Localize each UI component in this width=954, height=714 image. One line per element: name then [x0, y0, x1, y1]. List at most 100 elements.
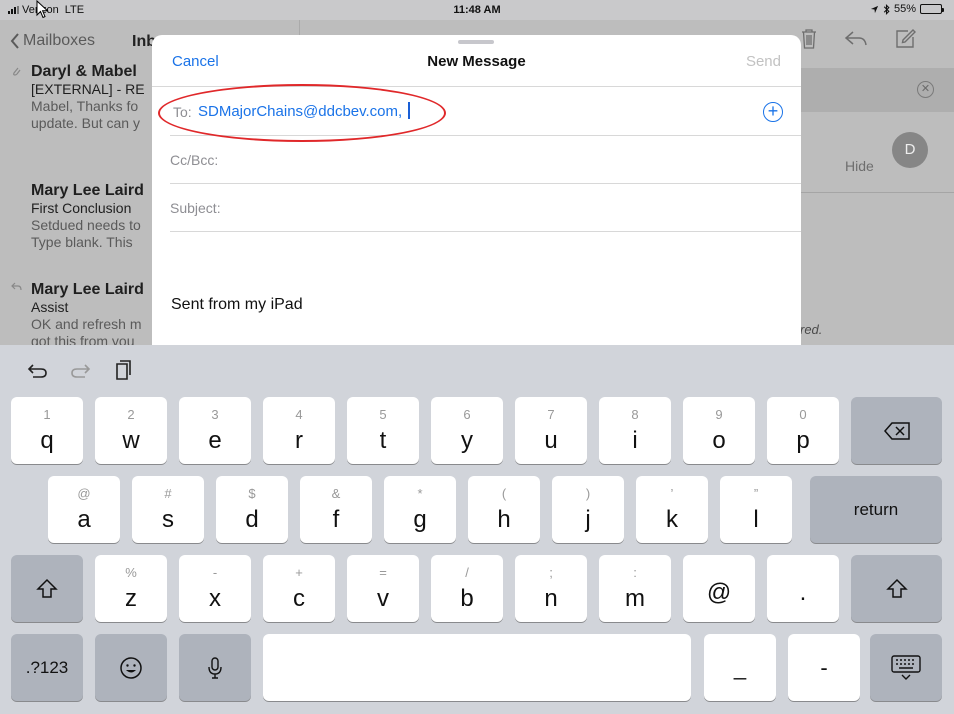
key-label: d	[245, 506, 259, 533]
backspace-key[interactable]	[851, 397, 942, 464]
key-i[interactable]: 8i	[599, 397, 671, 464]
close-icon[interactable]: ✕	[917, 81, 934, 98]
avatar: D	[892, 132, 928, 168]
key-y[interactable]: 6y	[431, 397, 503, 464]
shift-icon	[36, 578, 58, 598]
key-alt-label: 8	[631, 407, 639, 422]
cc-bcc-label: Cc/Bcc:	[170, 152, 219, 168]
key-g[interactable]: * g	[384, 476, 456, 543]
clock: 11:48 AM	[453, 4, 501, 16]
detail-toolbar	[800, 28, 916, 50]
key-label: y	[461, 427, 473, 454]
key-z[interactable]: % z	[95, 555, 167, 622]
keyboard-shortcut-bar	[0, 345, 954, 395]
detail-text-fragment: red.	[800, 322, 823, 337]
key-q[interactable]: 1q	[11, 397, 83, 464]
key-l[interactable]: ” l	[720, 476, 792, 543]
key-p[interactable]: 0p	[767, 397, 839, 464]
key-j[interactable]: ) j	[552, 476, 624, 543]
key-v[interactable]: = v	[347, 555, 419, 622]
key-alt-label: &	[331, 486, 341, 501]
key-f[interactable]: & f	[300, 476, 372, 543]
key-alt-label: ”	[753, 486, 759, 501]
return-key[interactable]: return	[810, 476, 942, 543]
shift-key-left[interactable]	[11, 555, 83, 622]
numbers-key[interactable]: .?123	[11, 634, 83, 701]
key-alt-label: 4	[295, 407, 303, 422]
key-b[interactable]: / b	[431, 555, 503, 622]
underscore-label: _	[733, 654, 747, 680]
key-label: j	[585, 506, 591, 533]
key-u[interactable]: 7u	[515, 397, 587, 464]
dismiss-keyboard-key[interactable]	[870, 634, 942, 701]
mailboxes-back-button[interactable]: Mailboxes	[10, 32, 95, 50]
key-label: o	[712, 427, 726, 454]
status-bar: Verizon LTE 11:48 AM 55%	[0, 0, 954, 20]
trash-icon[interactable]	[800, 28, 818, 50]
key-period[interactable]: .	[767, 555, 839, 622]
compose-title: New Message	[427, 53, 526, 70]
key-alt-label: *	[417, 486, 423, 501]
key-a[interactable]: @ a	[48, 476, 120, 543]
key-label: s	[162, 506, 174, 533]
key-underscore[interactable]: _	[704, 634, 776, 701]
battery-percent: 55%	[893, 3, 916, 15]
key-d[interactable]: $ d	[216, 476, 288, 543]
key-alt-label: /	[465, 565, 469, 580]
compose-nav-bar: Cancel New Message Send	[152, 35, 801, 87]
key-w[interactable]: 2w	[95, 397, 167, 464]
subject-field[interactable]: Subject:	[170, 184, 801, 232]
key-t[interactable]: 5t	[347, 397, 419, 464]
key-label: i	[632, 427, 638, 454]
space-bar[interactable]	[263, 634, 691, 701]
key-label: x	[209, 585, 221, 612]
cc-bcc-field[interactable]: Cc/Bcc:	[170, 136, 801, 184]
emoji-key[interactable]	[95, 634, 167, 701]
dash-label: -	[820, 654, 828, 680]
send-button[interactable]: Send	[746, 53, 781, 70]
key-label: p	[796, 427, 810, 454]
paste-icon[interactable]	[111, 359, 133, 381]
key-alt-label: =	[379, 565, 387, 580]
key-e[interactable]: 3e	[179, 397, 251, 464]
replied-icon	[11, 282, 22, 291]
key-n[interactable]: ; n	[515, 555, 587, 622]
key-label: e	[208, 427, 222, 454]
emoji-icon	[120, 656, 142, 679]
key-r[interactable]: 4r	[263, 397, 335, 464]
key-alt-label: 0	[799, 407, 807, 422]
key-label: b	[460, 585, 474, 612]
key-h[interactable]: (h	[468, 476, 540, 543]
subject-label: Subject:	[170, 200, 221, 216]
bluetooth-icon	[883, 3, 890, 15]
shift-key-right[interactable]	[851, 555, 942, 622]
key-m[interactable]: :m	[599, 555, 671, 622]
key-x[interactable]: -x	[179, 555, 251, 622]
undo-icon[interactable]	[27, 359, 49, 381]
key-alt-label: 2	[127, 407, 135, 422]
key-dash[interactable]: -	[788, 634, 860, 701]
redo-icon[interactable]	[69, 359, 91, 381]
add-contact-icon[interactable]: +	[763, 102, 783, 122]
key-k[interactable]: ’ k	[636, 476, 708, 543]
key-c[interactable]: + c	[263, 555, 335, 622]
key-label: l	[753, 506, 759, 533]
mailboxes-label: Mailboxes	[23, 32, 96, 49]
key-alt-label: %	[125, 565, 137, 580]
key-at[interactable]: @	[683, 555, 755, 622]
key-s[interactable]: # s	[132, 476, 204, 543]
key-label: q	[40, 427, 54, 454]
key-alt-label: 6	[463, 407, 471, 422]
keyboard-hide-icon	[891, 654, 921, 680]
hide-link[interactable]: Hide	[845, 158, 874, 174]
attachment-icon	[13, 67, 21, 76]
key-label: m	[625, 585, 645, 612]
numbers-label: .?123	[25, 657, 69, 677]
key-label: r	[295, 427, 303, 454]
dictation-key[interactable]	[179, 634, 251, 701]
key-label: a	[77, 506, 91, 533]
key-o[interactable]: 9o	[683, 397, 755, 464]
message-body[interactable]: Sent from my iPad	[171, 296, 303, 314]
compose-icon[interactable]	[894, 28, 916, 50]
reply-icon[interactable]	[844, 30, 868, 48]
